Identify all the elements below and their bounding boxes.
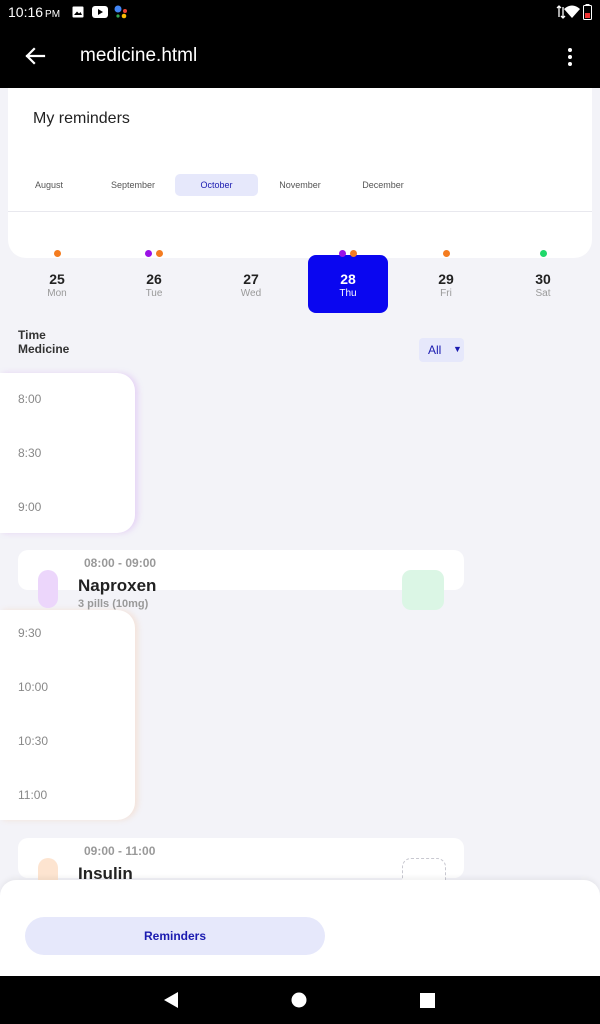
reminder-dot — [145, 250, 152, 257]
day-sat[interactable]: 30 Sat — [503, 250, 583, 313]
reminder-dots — [503, 250, 583, 257]
medication-name: Naproxen — [78, 576, 157, 595]
schedule-header: Time Medicine — [18, 328, 69, 356]
time-column-label: Time — [18, 328, 46, 342]
wifi-icon — [564, 5, 580, 18]
app-bar: medicine.html — [0, 24, 600, 88]
month-selector: August September October November Decemb… — [8, 174, 592, 196]
gallery-notification-icon — [72, 6, 84, 18]
day-number: 29 — [438, 271, 454, 287]
reminders-button[interactable]: Reminders — [25, 917, 325, 955]
medication-card-insulin[interactable]: 09:00 - 11:00 Insulin — [18, 838, 464, 900]
reminder-dots — [406, 250, 486, 257]
reminder-dot — [539, 250, 547, 257]
day-mon[interactable]: 25 Mon — [17, 250, 97, 313]
time-label: 9:30 — [18, 626, 42, 640]
weekday-label: Thu — [339, 288, 357, 299]
month-august[interactable]: August — [22, 174, 76, 196]
medication-time: 08:00 - 09:00 — [84, 556, 157, 570]
status-bar: 10:16 PM — [0, 0, 600, 24]
reminder-dots — [17, 250, 97, 257]
taken-checkbox[interactable] — [402, 570, 444, 610]
month-december[interactable]: December — [353, 174, 413, 196]
time-label: 11:00 — [18, 788, 48, 802]
nav-home-icon[interactable] — [291, 992, 307, 1008]
day-tue[interactable]: 26 Tue — [114, 250, 194, 313]
main-content[interactable]: My reminders August September October No… — [0, 88, 600, 976]
card-divider — [8, 211, 592, 212]
day-number: 28 — [340, 271, 356, 287]
weekday-label: Sat — [535, 288, 551, 299]
day-wed[interactable]: 27 Wed — [211, 255, 291, 313]
reminder-dot — [350, 250, 357, 257]
more-options-icon[interactable] — [560, 46, 580, 70]
time-label: 8:00 — [18, 392, 42, 406]
nav-back-icon[interactable] — [162, 991, 180, 1009]
back-arrow-icon[interactable] — [20, 42, 52, 70]
reminder-dot — [339, 250, 346, 257]
system-nav-bar — [0, 976, 600, 1024]
day-number: 27 — [243, 271, 259, 287]
bottom-sheet: Reminders — [0, 880, 600, 976]
youtube-notification-icon — [92, 6, 108, 18]
medicine-column-label: Medicine — [18, 342, 70, 356]
weekday-label: Wed — [240, 288, 262, 299]
month-october[interactable]: October — [175, 174, 258, 196]
page-title: medicine.html — [80, 45, 198, 66]
medication-dose: 3 pills (10mg) — [78, 598, 149, 610]
day-number: 25 — [49, 271, 65, 287]
weekday-label: Mon — [47, 288, 67, 299]
reminder-dots — [308, 250, 388, 257]
nav-recents-icon[interactable] — [420, 993, 435, 1008]
medication-card-naproxen[interactable]: 08:00 - 09:00 Naproxen 3 pills (10mg) — [18, 550, 464, 610]
reminder-dot — [53, 250, 61, 257]
day-number: 30 — [535, 271, 551, 287]
weekday-label: Tue — [145, 288, 163, 299]
time-label: 10:30 — [18, 734, 49, 748]
weekday-label: Fri — [440, 288, 452, 299]
reminders-card: My reminders August September October No… — [8, 88, 592, 258]
assistant-notification-icon — [114, 5, 127, 19]
reminder-dots — [114, 250, 194, 257]
reminders-title: My reminders — [33, 110, 130, 127]
status-time: 10:16 PM — [8, 4, 61, 20]
pill-icon — [38, 570, 58, 608]
filter-value: All — [428, 343, 442, 357]
filter-dropdown[interactable]: All ▼ — [419, 338, 464, 362]
time-label: 10:00 — [18, 680, 49, 694]
battery-icon — [583, 4, 592, 20]
time-label: 8:30 — [18, 446, 42, 460]
day-fri[interactable]: 29 Fri — [406, 250, 486, 313]
medication-time: 09:00 - 11:00 — [84, 844, 156, 858]
reminder-dot — [156, 250, 163, 257]
day-thu[interactable]: 28 Thu — [308, 250, 388, 313]
day-number: 26 — [146, 271, 162, 287]
dropdown-arrow-icon: ▼ — [453, 344, 462, 354]
month-september[interactable]: September — [103, 174, 163, 196]
time-label: 9:00 — [18, 500, 42, 514]
month-november[interactable]: November — [270, 174, 330, 196]
reminder-dot — [442, 250, 450, 257]
